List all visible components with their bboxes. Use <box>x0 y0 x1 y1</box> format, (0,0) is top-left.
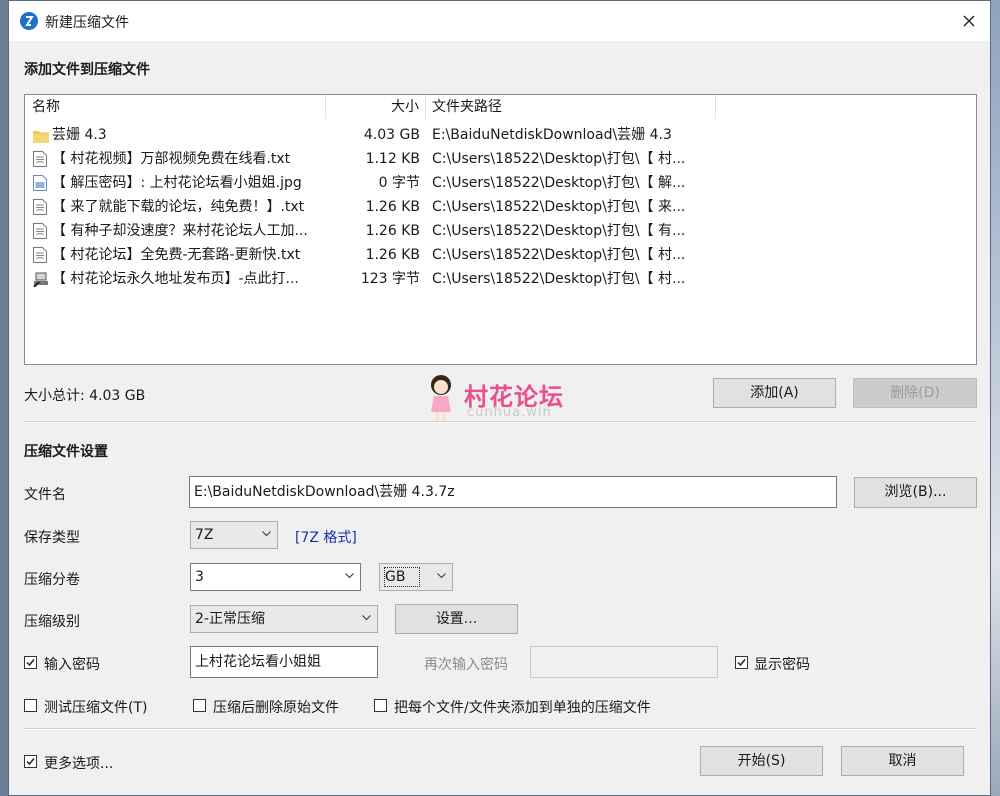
file-row[interactable]: 芸姗 4.3 4.03 GB E:\BaiduNetdiskDownload\芸姗 … <box>25 123 976 147</box>
level-label: 压缩级别 <box>24 614 80 630</box>
file-size: 1.26 KB <box>365 247 420 263</box>
split-size-combo[interactable]: 3 <box>190 563 361 591</box>
chevron-down-icon <box>262 531 271 537</box>
checkmark-icon <box>737 659 746 667</box>
test-archive-label: 测试压缩文件(T) <box>44 700 148 716</box>
checkmark-icon <box>26 659 35 667</box>
file-name: 【 有种子却没速度？来村花论坛人工加... <box>52 223 308 239</box>
start-button[interactable]: 开始(S) <box>700 746 823 776</box>
file-row[interactable]: 【 来了就能下载的论坛，纯免费！】.txt 1.26 KB C:\Users\185… <box>25 195 976 219</box>
file-path: C:\Users\18522\Desktop\打包\【 有... <box>432 223 686 239</box>
file-size: 4.03 GB <box>363 127 420 143</box>
text-file-icon <box>33 223 47 239</box>
file-list[interactable]: 名称 大小 文件夹路径 芸姗 4.3 4.03 GB E:\BaiduNetdisk… <box>24 94 977 365</box>
more-options-label: 更多选项... <box>44 756 114 772</box>
password-checkbox[interactable] <box>24 656 37 669</box>
add-files-heading: 添加文件到压缩文件 <box>24 62 150 78</box>
file-path: C:\Users\18522\Desktop\打包\【 解... <box>432 175 686 191</box>
image-file-icon <box>33 175 47 191</box>
save-type-select[interactable]: 7Z <box>190 521 278 549</box>
column-header-name[interactable]: 名称 <box>25 95 326 119</box>
delete-button[interactable]: 删除(D) <box>853 378 977 408</box>
column-header-size[interactable]: 大小 <box>326 95 426 119</box>
add-button[interactable]: 添加(A) <box>713 378 836 408</box>
new-archive-dialog: 新建压缩文件 添加文件到压缩文件 名称 大小 文件夹路径 芸姗 4.3 4.03 … <box>8 0 991 796</box>
reenter-password-label: 再次输入密码 <box>424 657 508 673</box>
cancel-button[interactable]: 取消 <box>841 746 964 776</box>
save-type-value: 7Z <box>195 527 214 543</box>
file-size: 123 字节 <box>360 271 420 287</box>
file-path: C:\Users\18522\Desktop\打包\【 来... <box>432 199 686 215</box>
file-path: C:\Users\18522\Desktop\打包\【 村... <box>432 247 686 263</box>
file-row[interactable]: 【 有种子却没速度？来村花论坛人工加... 1.26 KB C:\Users\185… <box>25 219 976 243</box>
file-row[interactable]: 【 村花视频】万部视频免费在线看.txt 1.12 KB C:\Users\1852… <box>25 147 976 171</box>
show-password-label: 显示密码 <box>754 657 810 673</box>
close-button[interactable] <box>954 7 984 35</box>
test-archive-checkbox[interactable] <box>24 699 37 712</box>
file-path: C:\Users\18522\Desktop\打包\【 村... <box>432 271 686 287</box>
settings-heading: 压缩文件设置 <box>24 444 108 460</box>
chevron-down-icon <box>437 573 446 579</box>
app-icon <box>20 12 38 30</box>
browse-button[interactable]: 浏览(B)... <box>854 477 977 508</box>
file-path: E:\BaiduNetdiskDownload\芸姗 4.3 <box>432 127 672 143</box>
file-name: 芸姗 4.3 <box>52 127 107 143</box>
split-label: 压缩分卷 <box>24 572 80 588</box>
watermark-girl-image <box>427 374 455 424</box>
show-password-checkbox[interactable] <box>735 656 748 669</box>
file-name: 【 村花视频】万部视频免费在线看.txt <box>52 151 291 167</box>
more-options-checkbox[interactable] <box>24 755 37 768</box>
split-unit-value: GB <box>384 567 421 587</box>
close-icon <box>963 15 975 27</box>
level-select[interactable]: 2-正常压缩 <box>190 605 378 633</box>
file-name: 【 村花论坛永久地址发布页】-点此打... <box>52 271 299 287</box>
file-size: 0 字节 <box>378 175 420 191</box>
format-link[interactable]: [7Z 格式] <box>295 527 357 547</box>
folder-icon <box>33 127 49 143</box>
password-input[interactable]: 上村花论坛看小姐姐 <box>190 646 378 678</box>
separate-archives-label: 把每个文件/文件夹添加到单独的压缩文件 <box>394 700 651 716</box>
file-name: 【 解压密码】: 上村花论坛看小姐姐.jpg <box>52 175 302 191</box>
total-size: 大小总计: 4.03 GB <box>24 388 146 404</box>
file-size: 1.26 KB <box>365 223 420 239</box>
settings-button[interactable]: 设置... <box>395 604 518 634</box>
text-file-icon <box>33 247 47 263</box>
chevron-down-icon <box>345 573 354 579</box>
password-label: 输入密码 <box>44 657 100 673</box>
file-row[interactable]: 【 村花论坛永久地址发布页】-点此打... 123 字节 C:\Users\1852… <box>25 267 976 291</box>
level-value: 2-正常压缩 <box>195 611 265 627</box>
split-size-value: 3 <box>195 569 204 585</box>
shortcut-file-icon <box>33 271 48 288</box>
file-row[interactable]: 【 解压密码】: 上村花论坛看小姐姐.jpg 0 字节 C:\Users\18522… <box>25 171 976 195</box>
delete-after-checkbox[interactable] <box>193 699 206 712</box>
checkmark-icon <box>26 758 35 766</box>
desktop-background <box>990 0 1000 796</box>
reenter-password-input <box>530 646 718 678</box>
file-name: 【 来了就能下载的论坛，纯免费！】.txt <box>52 199 305 215</box>
delete-after-label: 压缩后删除原始文件 <box>213 700 339 716</box>
text-file-icon <box>33 199 47 215</box>
file-size: 1.26 KB <box>365 199 420 215</box>
file-row[interactable]: 【 村花论坛】全免费-无套路-更新快.txt 1.26 KB C:\Users\18… <box>25 243 976 267</box>
separate-archives-checkbox[interactable] <box>374 699 387 712</box>
file-name: 【 村花论坛】全免费-无套路-更新快.txt <box>52 247 301 263</box>
watermark-subtext: cunhua.win <box>467 405 552 420</box>
chevron-down-icon <box>362 615 371 621</box>
column-header-path[interactable]: 文件夹路径 <box>426 95 716 119</box>
save-type-label: 保存类型 <box>24 530 80 546</box>
split-unit-select[interactable]: GB <box>379 563 453 591</box>
text-file-icon <box>33 151 47 167</box>
footer-divider <box>24 728 977 730</box>
filename-label: 文件名 <box>24 487 66 503</box>
title-bar: 新建压缩文件 <box>9 1 990 41</box>
window-title: 新建压缩文件 <box>45 15 129 31</box>
section-divider <box>24 421 977 423</box>
file-path: C:\Users\18522\Desktop\打包\【 村... <box>432 151 686 167</box>
file-size: 1.12 KB <box>365 151 420 167</box>
filename-input[interactable]: E:\BaiduNetdiskDownload\芸姗 4.3.7z <box>189 476 837 508</box>
